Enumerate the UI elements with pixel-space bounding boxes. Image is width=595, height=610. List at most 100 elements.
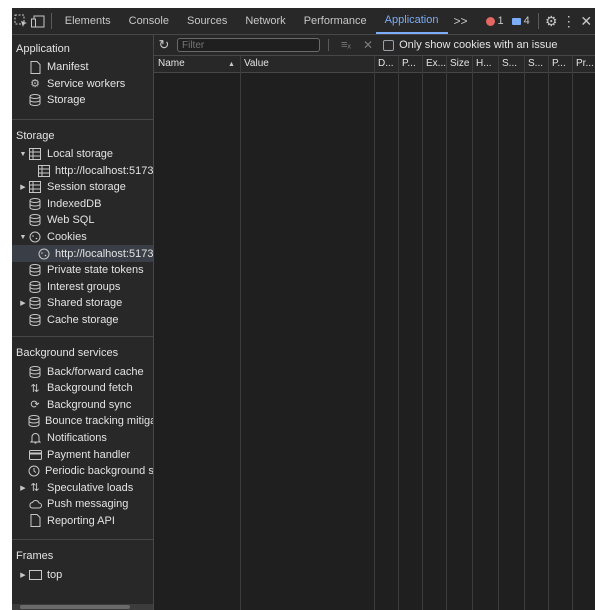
expanded-arrow-icon[interactable]: ▼ xyxy=(18,234,28,241)
sidebar-item-interest-groups[interactable]: Interest groups xyxy=(12,279,153,296)
sidebar-item-local-storage-origin[interactable]: http://localhost:5173 xyxy=(12,162,153,179)
only-issue-checkbox[interactable] xyxy=(383,39,395,51)
inspect-element-icon[interactable] xyxy=(12,8,29,34)
error-count-badge[interactable]: 1 xyxy=(482,15,508,27)
sidebar-item-label: Speculative loads xyxy=(47,481,134,494)
sync-icon: ⟳ xyxy=(30,399,40,412)
sidebar-item-label: http://localhost:5173 xyxy=(55,164,154,177)
filter-input[interactable] xyxy=(177,38,320,52)
column-divider[interactable] xyxy=(240,56,241,610)
column-header-expires[interactable]: Ex... xyxy=(422,56,446,72)
sidebar-item-label: Local storage xyxy=(47,148,114,161)
sidebar-item-indexeddb[interactable]: IndexedDB xyxy=(12,196,153,213)
sidebar-item-cookies[interactable]: ▼ Cookies xyxy=(12,229,153,246)
message-icon xyxy=(511,17,521,25)
sidebar-item-cookies-origin[interactable]: http://localhost:5173 xyxy=(12,245,153,262)
cloud-icon xyxy=(28,497,42,511)
section-divider xyxy=(12,539,153,541)
database-icon xyxy=(28,414,40,428)
sidebar-item-shared-storage[interactable]: ▶ Shared storage xyxy=(12,295,153,312)
collapsed-arrow-icon[interactable]: ▶ xyxy=(18,571,28,579)
clear-all-icon[interactable]: ✕ xyxy=(363,38,373,52)
collapsed-arrow-icon[interactable]: ▶ xyxy=(18,183,28,191)
tab-network[interactable]: Network xyxy=(236,8,294,34)
database-icon xyxy=(28,263,42,277)
section-title-application: Application xyxy=(16,43,70,55)
more-tabs-button[interactable]: >> xyxy=(448,14,474,28)
sidebar-item-background-sync[interactable]: ⟳ Background sync xyxy=(12,397,153,414)
toolbar-divider xyxy=(328,39,329,51)
sidebar-item-push-messaging[interactable]: Push messaging xyxy=(12,496,153,513)
sidebar-item-reporting-api[interactable]: Reporting API xyxy=(12,513,153,530)
sidebar-item-label: Private state tokens xyxy=(47,264,144,277)
only-issue-label: Only show cookies with an issue xyxy=(399,39,558,51)
sort-ascending-icon: ▲ xyxy=(228,61,235,68)
column-header-value[interactable]: Value xyxy=(240,56,374,72)
column-divider[interactable] xyxy=(572,56,573,610)
expanded-arrow-icon[interactable]: ▼ xyxy=(18,151,28,158)
toolbar-divider xyxy=(50,13,52,29)
sidebar-item-local-storage[interactable]: ▼ Local storage xyxy=(12,146,153,163)
scrollbar-thumb[interactable] xyxy=(20,605,130,609)
sidebar-item-private-state-tokens[interactable]: Private state tokens xyxy=(12,262,153,279)
column-divider[interactable] xyxy=(498,56,499,610)
close-icon[interactable]: ✕ xyxy=(578,8,595,34)
sidebar-item-cache-storage[interactable]: Cache storage xyxy=(12,312,153,329)
sidebar-item-storage[interactable]: Storage xyxy=(12,92,153,109)
column-divider[interactable] xyxy=(524,56,525,610)
tab-performance[interactable]: Performance xyxy=(295,8,376,34)
clear-filtered-icon[interactable]: ≡ₓ xyxy=(341,39,351,51)
column-header-domain[interactable]: D... xyxy=(374,56,398,72)
sidebar-item-background-fetch[interactable]: ⇅ Background fetch xyxy=(12,380,153,397)
tab-sources[interactable]: Sources xyxy=(178,8,236,34)
column-header-priority[interactable]: Pr... xyxy=(572,56,595,72)
cookie-icon xyxy=(28,230,42,244)
sidebar-item-notifications[interactable]: Notifications xyxy=(12,430,153,447)
up-down-arrows-icon: ⇅ xyxy=(30,382,40,395)
toolbar-divider xyxy=(537,13,539,29)
database-icon xyxy=(28,197,42,211)
application-sidebar: Application Manifest ⚙ Service workers S… xyxy=(12,35,154,610)
sidebar-horizontal-scrollbar[interactable] xyxy=(12,604,153,610)
column-header-partition-key[interactable]: P... xyxy=(548,56,572,72)
sidebar-item-bounce-tracking[interactable]: Bounce tracking mitigat xyxy=(12,413,153,430)
sidebar-item-websql[interactable]: Web SQL xyxy=(12,212,153,229)
cookies-toolbar: ↻ ≡ₓ ✕ Only show cookies with an issue xyxy=(154,35,595,56)
sidebar-item-service-workers[interactable]: ⚙ Service workers xyxy=(12,76,153,93)
column-divider[interactable] xyxy=(374,56,375,610)
kebab-menu-icon[interactable]: ⋮ xyxy=(560,8,577,34)
tab-application[interactable]: Application xyxy=(375,8,448,34)
sidebar-item-label: Interest groups xyxy=(47,280,121,293)
collapsed-arrow-icon[interactable]: ▶ xyxy=(18,484,28,492)
sidebar-item-back-forward-cache[interactable]: Back/forward cache xyxy=(12,363,153,380)
sidebar-item-label: Cache storage xyxy=(47,314,119,327)
tab-elements[interactable]: Elements xyxy=(56,8,120,34)
sidebar-item-session-storage[interactable]: ▶ Session storage xyxy=(12,179,153,196)
section-divider xyxy=(12,336,153,338)
devtools-tabbar: Elements Console Sources Network Perform… xyxy=(12,8,595,35)
column-divider[interactable] xyxy=(472,56,473,610)
database-icon xyxy=(28,213,42,227)
message-count-badge[interactable]: 4 xyxy=(508,15,534,27)
up-down-arrows-icon: ⇅ xyxy=(30,482,40,495)
device-toolbar-icon[interactable] xyxy=(29,8,46,34)
column-divider[interactable] xyxy=(398,56,399,610)
column-header-size[interactable]: Size xyxy=(446,56,472,72)
refresh-icon[interactable]: ↻ xyxy=(154,37,174,53)
column-divider[interactable] xyxy=(548,56,549,610)
collapsed-arrow-icon[interactable]: ▶ xyxy=(18,299,28,307)
settings-gear-icon[interactable]: ⚙ xyxy=(543,8,560,34)
column-divider[interactable] xyxy=(422,56,423,610)
column-header-path[interactable]: P... xyxy=(398,56,422,72)
column-header-secure[interactable]: S... xyxy=(498,56,524,72)
column-header-httponly[interactable]: H... xyxy=(472,56,498,72)
column-divider[interactable] xyxy=(446,56,447,610)
sidebar-item-payment-handler[interactable]: Payment handler xyxy=(12,446,153,463)
sidebar-item-manifest[interactable]: Manifest xyxy=(12,59,153,76)
column-header-samesite[interactable]: S... xyxy=(524,56,548,72)
sidebar-item-frame-top[interactable]: ▶ top xyxy=(12,566,153,583)
sidebar-item-periodic-sync[interactable]: Periodic background sy xyxy=(12,463,153,480)
sidebar-item-label: Service workers xyxy=(47,77,126,90)
tab-console[interactable]: Console xyxy=(120,8,178,34)
sidebar-item-speculative-loads[interactable]: ▶ ⇅ Speculative loads xyxy=(12,479,153,496)
